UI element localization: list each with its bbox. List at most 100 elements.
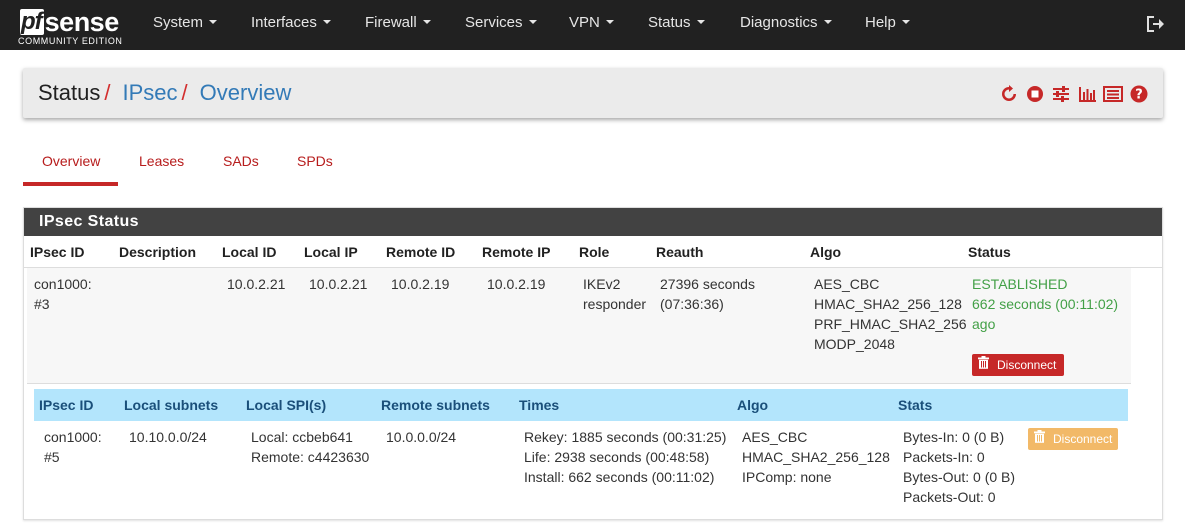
cell-ipsec-id: con1000: #3 [34, 274, 92, 314]
ipsec-id-line2: #3 [34, 296, 50, 312]
breadcrumb-status: Status [38, 80, 101, 105]
log-list-icon[interactable] [1103, 84, 1123, 104]
child-column-header: Remote subnets [381, 397, 490, 413]
logo-pf: pf [20, 8, 44, 35]
child-algo-line: HMAC_SHA2_256_128 [742, 449, 890, 465]
chevron-down-icon [422, 20, 431, 25]
nav-firewall-label: Firewall [365, 14, 417, 31]
settings-sliders-icon[interactable] [1051, 84, 1071, 104]
trash-icon [1034, 428, 1045, 450]
nav-services[interactable]: Services [465, 0, 537, 50]
stats-bytes-out: Bytes-Out: 0 (0 B) [903, 469, 1016, 485]
child-disconnect-button[interactable]: Disconnect [1028, 428, 1119, 450]
column-header: Remote ID [386, 244, 456, 260]
chevron-down-icon [901, 20, 910, 25]
child-id-line1: con1000: [44, 429, 102, 445]
cell-remote-ip: 10.0.2.19 [487, 276, 546, 292]
nav-firewall[interactable]: Firewall [365, 0, 431, 50]
column-header: Role [579, 244, 610, 260]
column-header: Status [968, 244, 1011, 260]
nav-system-label: System [153, 14, 204, 31]
nav-help-label: Help [865, 14, 896, 31]
nav-diagnostics-label: Diagnostics [740, 14, 818, 31]
nav-services-label: Services [465, 14, 523, 31]
breadcrumb-separator: / [104, 80, 111, 105]
stop-icon[interactable] [1025, 84, 1045, 104]
logo-sense: sense [44, 7, 120, 37]
child-column-header: Local SPI(s) [246, 397, 327, 413]
times-install: Install: 662 seconds (00:11:02) [524, 469, 715, 485]
tab-sads[interactable]: SADs [223, 140, 259, 186]
cell-remote-id: 10.0.2.19 [391, 276, 450, 292]
cell-reauth: 27396 seconds (07:36:36) [660, 274, 755, 314]
chart-icon[interactable] [1077, 84, 1097, 104]
column-header: Algo [810, 244, 842, 260]
header-icon-bar: ? [999, 84, 1149, 104]
breadcrumb-panel: Status / IPsec / Overview ? [23, 68, 1163, 118]
disconnect-label: Disconnect [997, 358, 1057, 372]
times-rekey: Rekey: 1885 seconds (00:31:25) [524, 429, 727, 445]
chevron-down-icon [823, 20, 832, 25]
nav-diagnostics[interactable]: Diagnostics [740, 0, 832, 50]
child-cell-times: Rekey: 1885 seconds (00:31:25) Life: 293… [524, 427, 726, 487]
cell-algo: AES_CBC HMAC_SHA2_256_128 PRF_HMAC_SHA2_… [814, 274, 967, 354]
refresh-icon[interactable] [999, 84, 1019, 104]
spi-local: Local: ccbeb641 [251, 429, 353, 445]
child-column-header: Local subnets [124, 397, 219, 413]
status-duration: 662 seconds (00:11:02) [972, 296, 1119, 312]
nav-status-label: Status [648, 14, 691, 31]
times-life: Life: 2938 seconds (00:48:58) [524, 449, 710, 465]
panel-title: IPsec Status [24, 208, 1162, 236]
role-line1: IKEv2 [583, 276, 621, 292]
chevron-down-icon [696, 20, 705, 25]
child-column-header: Algo [737, 397, 769, 413]
trash-icon [978, 354, 989, 376]
chevron-down-icon [605, 20, 614, 25]
tab-overview[interactable]: Overview [23, 140, 118, 186]
logo-wordmark: pf sense [20, 5, 120, 37]
breadcrumb: Status / IPsec / Overview [38, 80, 291, 106]
status-ago: ago [972, 316, 996, 332]
algo-line: AES_CBC [814, 276, 880, 292]
child-id-line2: #5 [44, 449, 60, 465]
nav-status[interactable]: Status [648, 0, 705, 50]
nav-interfaces-label: Interfaces [251, 14, 317, 31]
cell-local-id: 10.0.2.21 [227, 276, 286, 292]
disconnect-button[interactable]: Disconnect [972, 354, 1065, 376]
tab-spds[interactable]: SPDs [297, 140, 333, 186]
nav-interfaces[interactable]: Interfaces [251, 0, 331, 50]
nav-vpn[interactable]: VPN [569, 0, 614, 50]
column-header: Reauth [656, 244, 704, 260]
reauth-line2: (07:36:36) [660, 296, 724, 312]
role-line2: responder [583, 296, 647, 312]
nav-system[interactable]: System [153, 0, 218, 50]
breadcrumb-ipsec-link[interactable]: IPsec [123, 80, 178, 105]
nav-vpn-label: VPN [569, 14, 600, 31]
child-cell-local-subnets: 10.10.0.0/24 [129, 429, 207, 445]
child-column-header: Times [519, 397, 560, 413]
algo-line: PRF_HMAC_SHA2_256 [814, 316, 967, 332]
breadcrumb-separator: / [181, 80, 188, 105]
stats-packets-in: Packets-In: 0 [903, 449, 985, 465]
child-disconnect-label: Disconnect [1053, 432, 1113, 446]
reauth-line1: 27396 seconds [660, 276, 755, 292]
table-row: con1000: #3 10.0.2.21 10.0.2.21 10.0.2.1… [27, 268, 1131, 383]
child-column-header: IPsec ID [39, 397, 94, 413]
edition-label: COMMUNITY EDITION [18, 36, 123, 46]
child-cell-ipsec-id: con1000: #5 [44, 427, 102, 467]
child-algo-line: IPComp: none [742, 469, 832, 485]
logout-icon[interactable] [1143, 13, 1165, 35]
column-header: Description [119, 244, 197, 260]
cell-status: ESTABLISHED 662 seconds (00:11:02) ago [972, 274, 1118, 334]
child-cell-remote-subnets: 10.0.0.0/24 [386, 429, 457, 445]
help-icon[interactable]: ? [1129, 84, 1149, 104]
breadcrumb-overview-link[interactable]: Overview [200, 80, 292, 105]
svg-text:?: ? [1135, 88, 1143, 103]
row-divider [27, 383, 1131, 384]
ipsec-id-line1: con1000: [34, 276, 92, 292]
tab-leases[interactable]: Leases [139, 140, 184, 186]
pfsense-logo[interactable]: pf sense COMMUNITY EDITION [18, 5, 128, 47]
nav-help[interactable]: Help [865, 0, 910, 50]
child-sa-header: IPsec ID Local subnets Local SPI(s) Remo… [34, 389, 1128, 421]
chevron-down-icon [322, 20, 331, 25]
